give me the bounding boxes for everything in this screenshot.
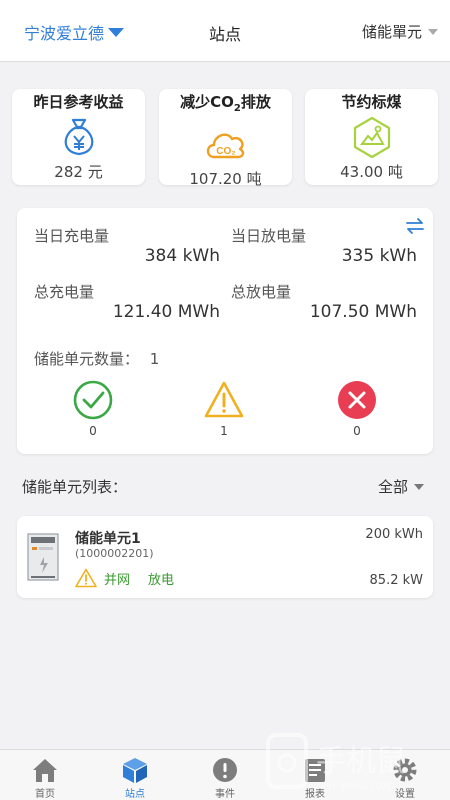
unit-filter-label: 全部 [377, 478, 408, 496]
daily-discharge-label: 当日放电量 [231, 227, 307, 245]
unit-name: 储能单元1 [75, 531, 141, 547]
unit-count-label: 储能单元数量： [34, 350, 140, 368]
tab-events[interactable]: 事件 [180, 750, 270, 800]
coal-label: 节约标煤 [341, 93, 402, 111]
revenue-label: 昨日参考收益 [33, 93, 124, 111]
money-bag-icon [64, 118, 93, 156]
warning-count: 1 [220, 424, 228, 438]
cube-icon [123, 758, 147, 783]
co2-card: 减少CO2排放 CO₂ 107.20 吨 [159, 89, 292, 188]
daily-discharge-value: 335 kWh [341, 246, 417, 266]
warning-triangle-icon[interactable] [204, 380, 244, 420]
svg-text:SHOUJISHU.COM: SHOUJISHU.COM [316, 782, 391, 792]
run-mode: 放电 [148, 573, 175, 588]
total-charge-label: 总充电量 [34, 283, 95, 301]
svg-text:CO₂: CO₂ [216, 146, 235, 157]
daily-charge-label: 当日充电量 [34, 227, 110, 245]
unit-id: (1000002201) [75, 547, 154, 560]
watermark-logo: 手机鼠 SHOUJISHU.COM [266, 733, 406, 792]
revenue-card: 昨日参考收益 282 元 [12, 89, 145, 185]
home-icon [33, 759, 57, 782]
normal-count: 0 [89, 424, 97, 438]
unit-power: 85.2 kW [369, 573, 423, 588]
warning-icon [75, 568, 97, 588]
svg-text:手机鼠: 手机鼠 [316, 744, 406, 779]
unit-dropdown-icon [428, 28, 438, 35]
tab-home-label: 首页 [35, 789, 55, 800]
battery-cabinet-icon [27, 533, 59, 581]
tab-site-label: 站点 [125, 789, 145, 800]
unit-type-label: 储能單元 [361, 23, 422, 41]
unit-count: 储能单元数量： 1 [34, 348, 159, 369]
fault-count: 0 [353, 424, 361, 438]
tab-site[interactable]: 站点 [90, 750, 180, 800]
total-charge-value: 121.40 MWh [112, 302, 220, 322]
fault-x-icon[interactable] [337, 380, 377, 420]
unit-capacity: 200 kWh [365, 527, 423, 542]
tab-home[interactable]: 首页 [0, 750, 90, 800]
alert-icon [213, 758, 237, 782]
top-bar: 宁波爱立德 站点 储能單元 [0, 0, 450, 62]
daily-charge-value: 384 kWh [144, 246, 220, 266]
normal-check-icon[interactable] [73, 380, 113, 420]
tab-events-label: 事件 [215, 789, 235, 800]
coal-card: 节约标煤 43.00 吨 [305, 89, 438, 185]
co2-value: 107.20 吨 [189, 170, 262, 188]
co2-cloud-icon: CO₂ [206, 133, 244, 159]
coal-hexagon-icon [353, 116, 390, 158]
revenue-value: 282 元 [54, 163, 103, 181]
unit-list-title: 储能单元列表： [22, 478, 128, 496]
total-discharge-value: 107.50 MWh [309, 302, 417, 322]
unit-count-value: 1 [149, 350, 160, 368]
unit-filter-dropdown[interactable]: 全部 [378, 476, 424, 497]
chevron-down-icon [414, 483, 424, 490]
coal-value: 43.00 吨 [340, 163, 403, 181]
swap-icon[interactable] [405, 216, 425, 236]
co2-label: 减少CO2排放 [180, 93, 271, 114]
unit-list-item[interactable]: 储能单元1 (1000002201) 并网 放电 200 kWh 85.2 kW [17, 516, 433, 598]
unit-type-selector[interactable]: 储能單元 [362, 21, 438, 42]
total-discharge-label: 总放电量 [231, 283, 292, 301]
energy-summary-card: 当日充电量 384 kWh 当日放电量 335 kWh 总充电量 121.40 … [17, 208, 433, 454]
grid-status: 并网 [104, 573, 131, 588]
